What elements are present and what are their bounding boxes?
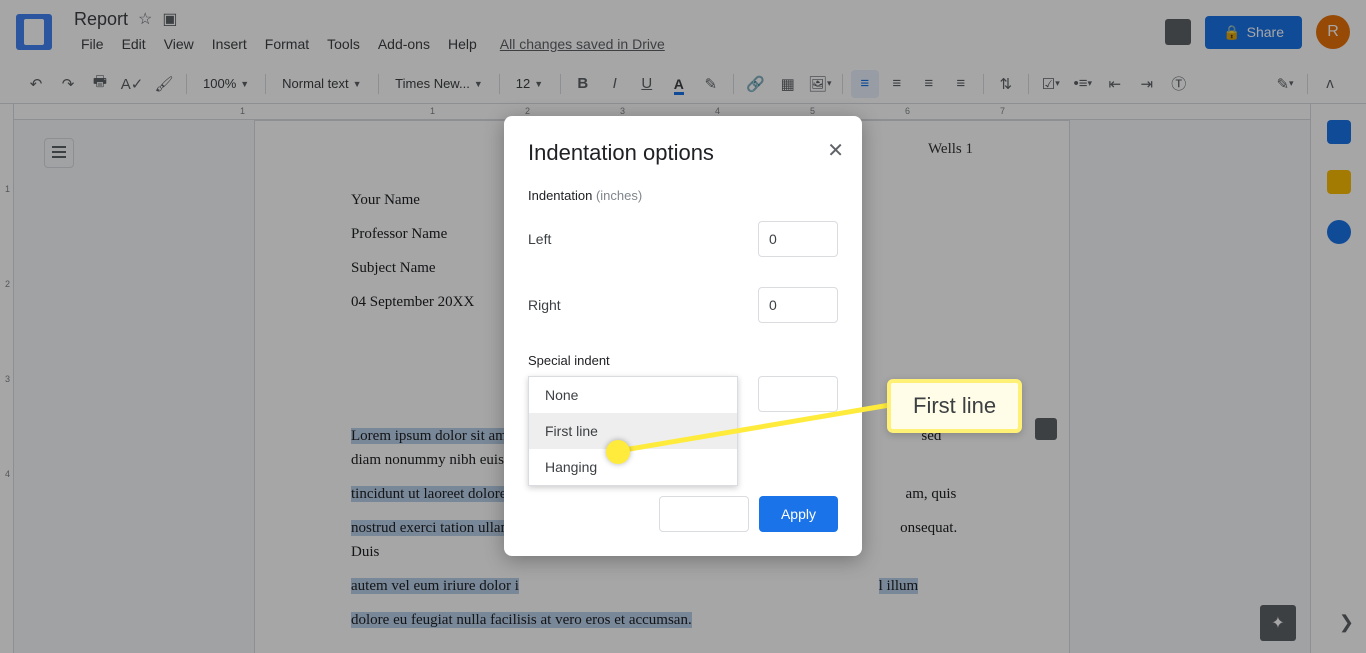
paragraph-style-select[interactable]: Normal text▼ (274, 72, 370, 95)
left-indent-input[interactable] (758, 221, 838, 257)
decrease-indent-icon[interactable]: ⇤ (1101, 70, 1129, 98)
align-left-icon[interactable]: ≡ (851, 70, 879, 98)
link-icon[interactable]: 🔗 (742, 70, 770, 98)
dropdown-option-hanging[interactable]: Hanging (529, 449, 737, 485)
menu-view[interactable]: View (157, 32, 201, 56)
share-label: Share (1247, 24, 1284, 40)
annotation-callout: First line (887, 379, 1022, 433)
add-comment-icon[interactable]: ▦ (774, 70, 802, 98)
insert-image-icon[interactable]: 🖼▾ (806, 70, 834, 98)
lock-icon: 🔒 (1223, 24, 1240, 41)
spellcheck-icon[interactable]: A✓ (118, 70, 146, 98)
menu-insert[interactable]: Insert (205, 32, 254, 56)
special-indent-label: Special indent (528, 353, 838, 368)
highlight-icon[interactable]: ✎ (697, 70, 725, 98)
font-select[interactable]: Times New...▼ (387, 72, 491, 95)
move-to-folder-icon[interactable]: ▣ (162, 9, 177, 29)
dropdown-option-none[interactable]: None (529, 377, 737, 413)
align-justify-icon[interactable]: ≡ (947, 70, 975, 98)
bulleted-list-icon[interactable]: •≡▾ (1069, 70, 1097, 98)
saved-status[interactable]: All changes saved in Drive (500, 36, 665, 52)
doc-body[interactable]: autem vel eum iriure dolor i l illum (351, 574, 973, 598)
right-indent-input[interactable] (758, 287, 838, 323)
special-indent-value-input[interactable] (758, 376, 838, 412)
redo-icon[interactable]: ↷ (54, 70, 82, 98)
text-color-icon[interactable]: A (665, 70, 693, 98)
bold-icon[interactable]: B (569, 70, 597, 98)
tasks-icon[interactable] (1327, 220, 1351, 244)
right-indent-label: Right (528, 297, 561, 313)
calendar-icon[interactable] (1327, 120, 1351, 144)
clear-formatting-icon[interactable]: Ⓣ (1165, 70, 1193, 98)
star-icon[interactable]: ☆ (138, 9, 152, 29)
share-button[interactable]: 🔒 Share (1205, 16, 1302, 49)
avatar[interactable]: R (1316, 15, 1350, 49)
menu-format[interactable]: Format (258, 32, 316, 56)
doc-body[interactable]: dolore eu feugiat nulla facilisis at ver… (351, 608, 973, 632)
side-panel-chevron-icon[interactable]: ❯ (1339, 612, 1354, 633)
vertical-ruler: 1 2 3 4 (0, 104, 14, 653)
align-center-icon[interactable]: ≡ (883, 70, 911, 98)
side-panel (1310, 104, 1366, 653)
menu-file[interactable]: File (74, 32, 111, 56)
checklist-icon[interactable]: ☑▾ (1037, 70, 1065, 98)
italic-icon[interactable]: I (601, 70, 629, 98)
add-comment-side-icon[interactable] (1035, 418, 1057, 440)
special-indent-dropdown[interactable]: None First line Hanging (528, 376, 738, 486)
collapse-toolbar-icon[interactable]: ʌ (1316, 70, 1344, 98)
dropdown-option-first-line[interactable]: First line (529, 413, 737, 449)
menu-tools[interactable]: Tools (320, 32, 367, 56)
font-size-select[interactable]: 12▼ (508, 72, 552, 95)
print-icon[interactable]: 🖶 (86, 70, 114, 98)
paint-format-icon[interactable]: 🖌 (150, 70, 178, 98)
indentation-options-dialog: Indentation options ✕ Indentation (inche… (504, 116, 862, 556)
zoom-select[interactable]: 100%▼ (195, 72, 257, 95)
align-right-icon[interactable]: ≡ (915, 70, 943, 98)
left-indent-label: Left (528, 231, 551, 247)
menu-help[interactable]: Help (441, 32, 484, 56)
cancel-button[interactable] (659, 496, 749, 532)
apply-button[interactable]: Apply (759, 496, 838, 532)
keep-icon[interactable] (1327, 170, 1351, 194)
doc-title[interactable]: Report (74, 9, 128, 30)
increase-indent-icon[interactable]: ⇥ (1133, 70, 1161, 98)
indentation-label: Indentation (inches) (528, 188, 838, 203)
undo-icon[interactable]: ↶ (22, 70, 50, 98)
docs-logo-icon[interactable] (16, 14, 52, 50)
menu-edit[interactable]: Edit (115, 32, 153, 56)
editing-mode-icon[interactable]: ✎▾ (1271, 70, 1299, 98)
menu-addons[interactable]: Add-ons (371, 32, 437, 56)
annotation-dot (606, 440, 630, 464)
line-spacing-icon[interactable]: ⇅ (992, 70, 1020, 98)
explore-button[interactable] (1260, 605, 1296, 641)
close-icon[interactable]: ✕ (827, 138, 844, 163)
underline-icon[interactable]: U (633, 70, 661, 98)
dialog-title: Indentation options (528, 140, 838, 166)
document-outline-icon[interactable] (44, 138, 74, 168)
open-comments-icon[interactable] (1165, 19, 1191, 45)
